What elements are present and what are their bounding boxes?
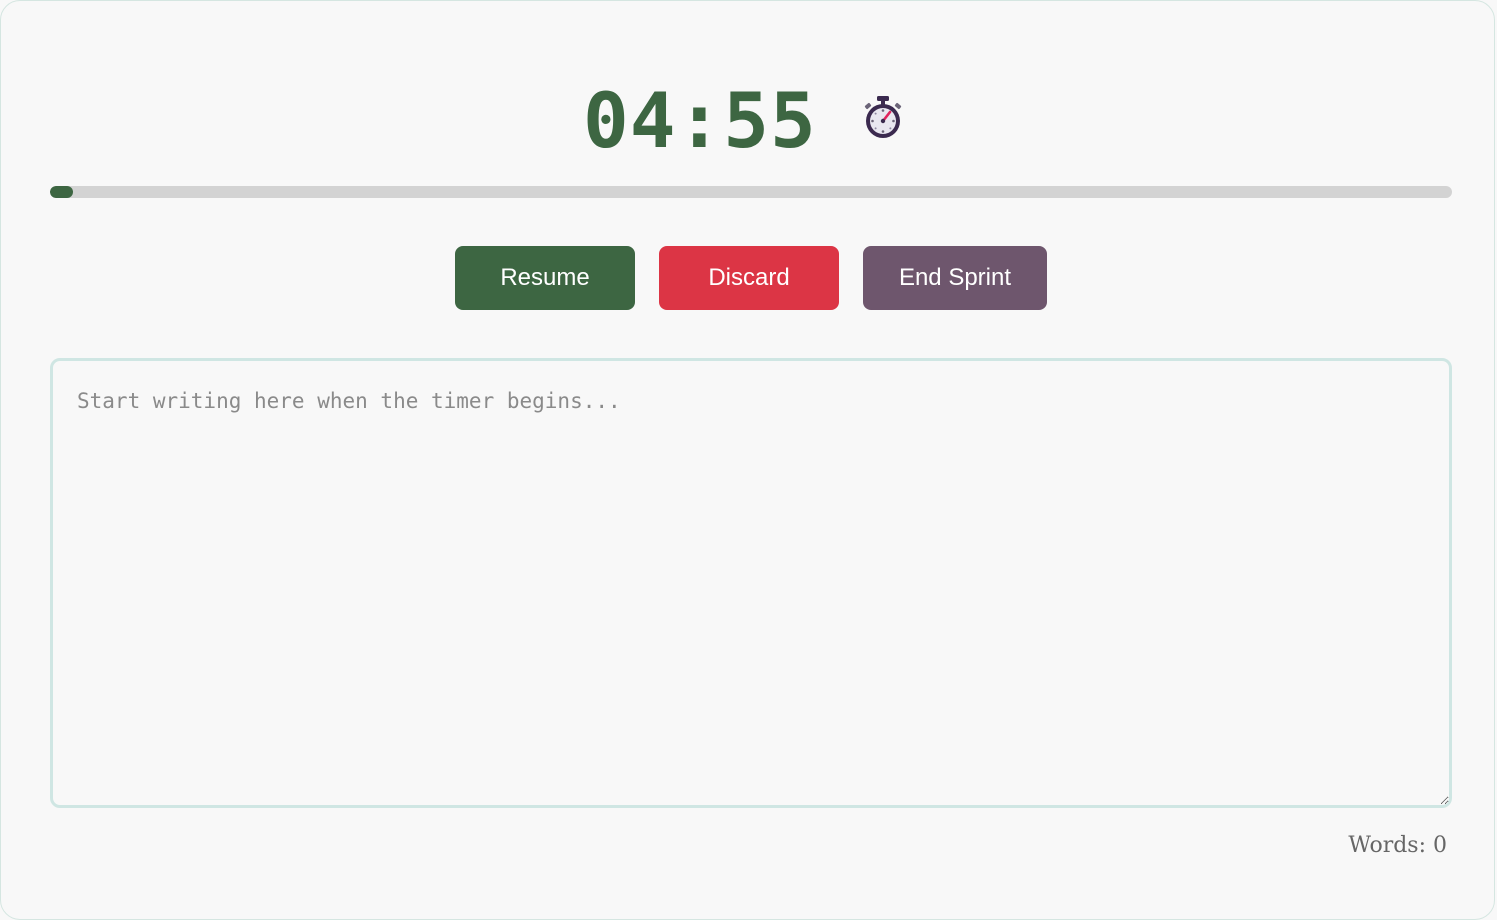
discard-button[interactable]: Discard: [659, 246, 839, 310]
writing-area[interactable]: [50, 358, 1452, 808]
progress-fill: [50, 186, 74, 198]
stopwatch-icon: [864, 96, 902, 138]
progress-bar: [50, 186, 1452, 198]
timer-row: 04:55: [1, 71, 1497, 171]
sprint-card: 04:55 Resume Discard End Sprint Words: 0: [0, 0, 1495, 920]
timer-display: 04:55: [583, 76, 817, 165]
word-count: Words: 0: [1348, 833, 1447, 858]
end-sprint-button[interactable]: End Sprint: [863, 246, 1047, 310]
resume-button[interactable]: Resume: [455, 246, 635, 310]
